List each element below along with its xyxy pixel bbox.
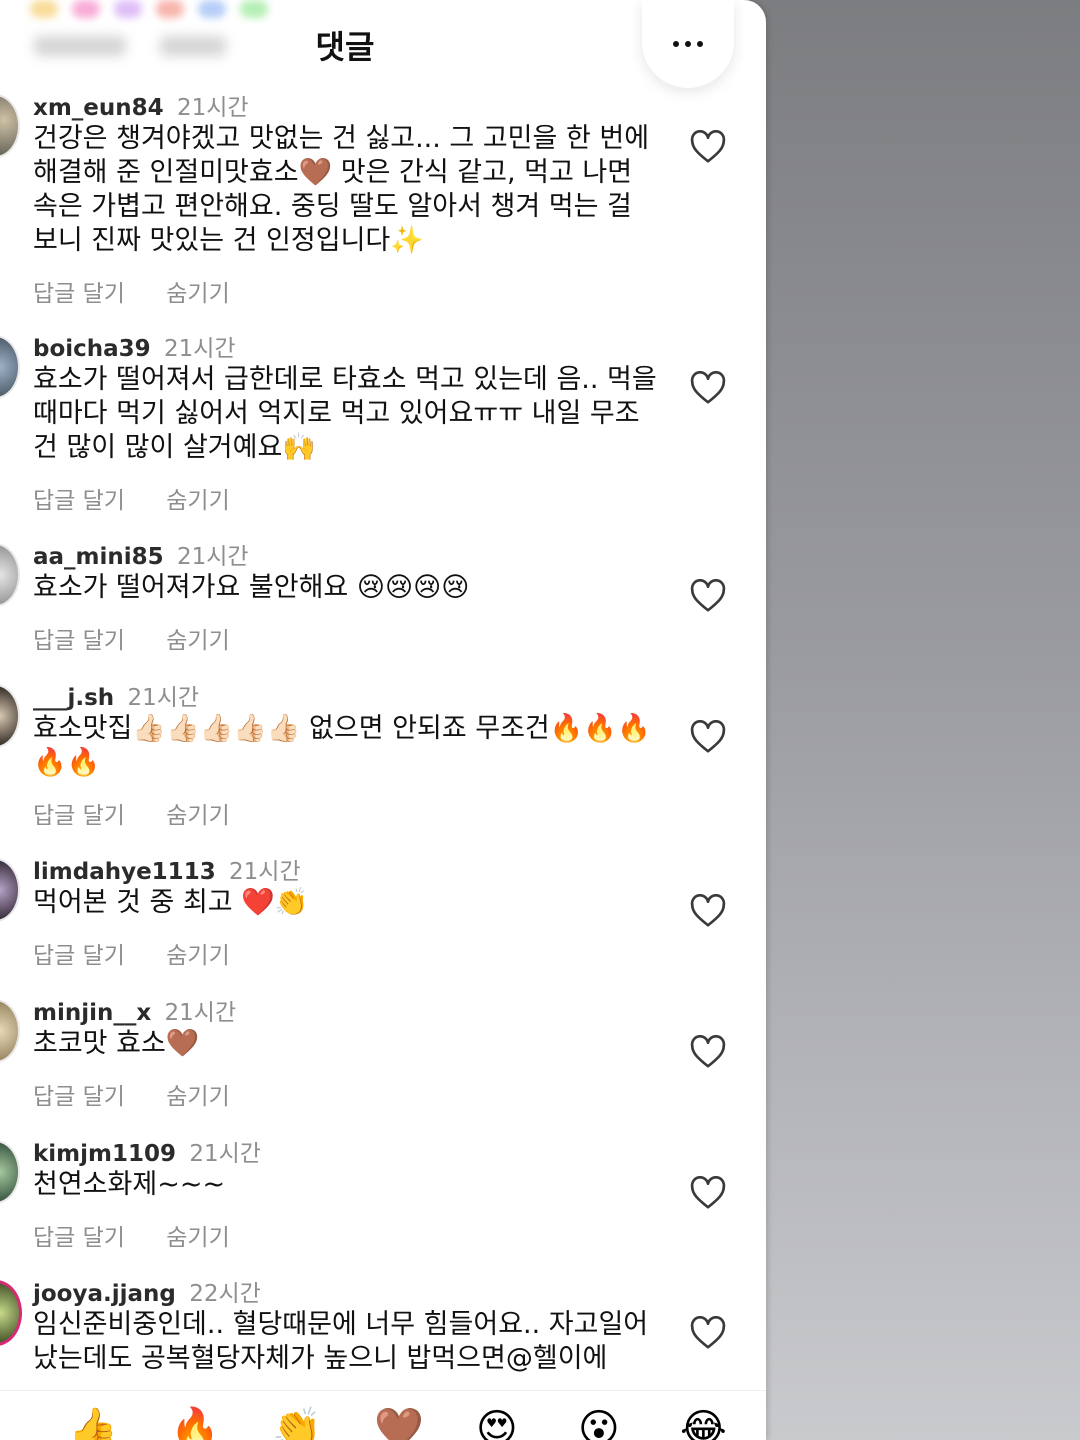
reply-button[interactable]: 답글 달기 <box>33 488 125 514</box>
reaction-bar: 👍 🔥 👏 🤎 😍 😮 😂 <box>0 1390 766 1440</box>
hide-button[interactable]: 숨기기 <box>166 628 229 654</box>
comment-text: 효소가 떨어져서 급한데로 타효소 먹고 있는데 음.. 먹을때마다 먹기 싫어… <box>33 364 657 463</box>
thumbs-up-reaction[interactable]: 👍 <box>68 1409 118 1440</box>
comment-username[interactable]: minjin__x <box>33 1000 151 1026</box>
brown-heart-reaction[interactable]: 🤎 <box>374 1409 424 1440</box>
more-options-button[interactable] <box>642 0 734 88</box>
reply-button[interactable]: 답글 달기 <box>33 628 125 654</box>
reply-button[interactable]: 답글 달기 <box>33 1225 125 1251</box>
comment-username[interactable]: boicha39 <box>33 336 151 362</box>
heart-icon[interactable] <box>690 130 726 164</box>
heart-icon[interactable] <box>690 720 726 754</box>
comment-time: 21시간 <box>127 685 200 711</box>
heart-icon[interactable] <box>690 579 726 613</box>
heart-icon[interactable] <box>690 371 726 405</box>
comment-time: 21시간 <box>176 544 249 570</box>
reply-button[interactable]: 답글 달기 <box>33 281 125 307</box>
comments-header: 댓글 <box>0 0 766 88</box>
comment-text: 초코맛 효소🤎 <box>33 1028 200 1059</box>
heart-icon[interactable] <box>690 894 726 928</box>
comment-time: 21시간 <box>189 1141 261 1167</box>
hide-button[interactable]: 숨기기 <box>166 803 229 829</box>
comment-time: 21시간 <box>164 1000 237 1026</box>
avatar[interactable] <box>0 543 20 607</box>
comment-username[interactable]: kimjm1109 <box>33 1141 176 1167</box>
comment-text: 천연소화제~~~ <box>33 1169 226 1200</box>
comment-username[interactable]: limdahye1113 <box>33 859 216 885</box>
heart-eyes-reaction[interactable]: 😍 <box>476 1409 518 1440</box>
avatar[interactable] <box>0 1280 22 1346</box>
comment-username[interactable]: aa_mini85 <box>33 544 164 570</box>
comment-username[interactable]: xm_eun84 <box>33 95 164 121</box>
avatar[interactable] <box>0 858 20 922</box>
heart-icon[interactable] <box>690 1316 726 1350</box>
laughing-reaction[interactable]: 😂 <box>680 1409 727 1440</box>
hide-button[interactable]: 숨기기 <box>166 281 229 307</box>
fire-reaction[interactable]: 🔥 <box>170 1409 220 1440</box>
page-title: 댓글 <box>315 28 375 66</box>
comment-text: 건강은 챙겨야겠고 맛없는 건 싫고... 그 고민을 한 번에 해결해 준 인… <box>33 123 650 256</box>
heart-icon[interactable] <box>690 1176 726 1210</box>
hide-button[interactable]: 숨기기 <box>166 1084 229 1110</box>
avatar[interactable] <box>0 335 20 399</box>
comment-text: 효소맛집👍🏻👍🏻👍🏻👍🏻👍🏻 없으면 안되죠 무조건🔥🔥🔥🔥🔥 <box>33 713 651 778</box>
hide-button[interactable]: 숨기기 <box>166 1225 229 1251</box>
avatar[interactable] <box>0 94 20 158</box>
blurred-emoji-row <box>30 0 268 18</box>
clap-reaction[interactable]: 👏 <box>272 1409 322 1440</box>
comment-username[interactable]: jooya.jjang <box>33 1281 176 1307</box>
comment-text: 먹어본 것 중 최고 ❤️👏 <box>33 887 309 918</box>
comment-text: 임신준비중인데.. 혈당때문에 너무 힘들어요.. 자고일어났는데도 공복혈당자… <box>33 1309 649 1374</box>
avatar[interactable] <box>0 1140 20 1204</box>
reply-button[interactable]: 답글 달기 <box>33 943 125 969</box>
reply-button[interactable]: 답글 달기 <box>33 803 125 829</box>
hide-button[interactable]: 숨기기 <box>166 488 229 514</box>
comment-time: 21시간 <box>164 336 236 362</box>
avatar[interactable] <box>0 684 20 748</box>
comment-text: 효소가 떨어져가요 불안해요 😢😢😢😢 <box>33 572 470 603</box>
avatar[interactable] <box>0 999 20 1063</box>
hide-button[interactable]: 숨기기 <box>166 943 229 969</box>
heart-icon[interactable] <box>690 1035 726 1069</box>
comment-username[interactable]: ___j.sh <box>33 685 114 711</box>
surprised-reaction[interactable]: 😮 <box>578 1409 620 1440</box>
comment-time: 21시간 <box>229 859 301 885</box>
comment-time: 21시간 <box>176 95 249 121</box>
comments-sheet: 댓글 xm_eun84 21시간 건강은 챙겨야겠고 맛없는 건 싫고... 그… <box>0 0 766 1440</box>
reply-button[interactable]: 답글 달기 <box>33 1084 125 1110</box>
comment-time: 22시간 <box>189 1281 261 1307</box>
more-dots-icon <box>673 41 703 47</box>
